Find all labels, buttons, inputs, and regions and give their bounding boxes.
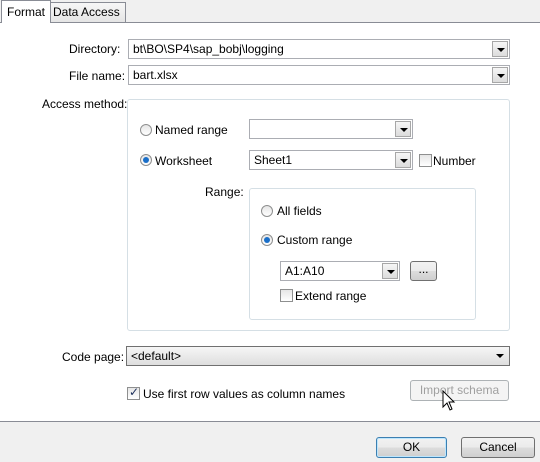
custom-range-combobox[interactable]: A1:A10: [280, 261, 400, 281]
code-page-label: Code page:: [62, 350, 125, 364]
all-fields-radio[interactable]: [261, 205, 273, 217]
code-page-value: <default>: [131, 349, 182, 363]
extend-range-label: Extend range: [295, 289, 367, 303]
range-label: Range:: [205, 185, 244, 199]
first-row-checkbox[interactable]: [127, 385, 140, 400]
import-schema-button[interactable]: Import schema: [410, 380, 509, 401]
worksheet-combobox[interactable]: Sheet1: [249, 150, 413, 170]
file-name-combobox[interactable]: bart.xlsx: [128, 65, 510, 85]
named-range-combobox[interactable]: [249, 119, 413, 139]
directory-value: bt\BO\SP4\sap_bobj\logging: [133, 42, 284, 56]
first-row-label: Use first row values as column names: [143, 387, 346, 401]
import-schema-label: Import schema: [419, 383, 500, 397]
custom-range-dropdown-chevron-down-icon[interactable]: [382, 263, 398, 279]
file-name-label: File name:: [69, 69, 126, 83]
tab-data-access-label: Data Access: [53, 5, 120, 19]
format-panel: Directory: bt\BO\SP4\sap_bobj\logging Fi…: [0, 22, 540, 422]
tab-format-label: Format: [7, 5, 46, 19]
all-fields-label: All fields: [277, 204, 322, 218]
code-page-dropdown-chevron-down-icon[interactable]: [492, 348, 508, 364]
access-method-label: Access method:: [42, 97, 128, 111]
worksheet-radio[interactable]: [140, 154, 152, 166]
file-name-value: bart.xlsx: [133, 68, 178, 82]
cancel-label: Cancel: [479, 440, 517, 454]
named-range-radio[interactable]: [140, 124, 152, 136]
code-page-combobox[interactable]: <default>: [126, 346, 510, 366]
worksheet-dropdown-chevron-down-icon[interactable]: [395, 152, 411, 168]
directory-label: Directory:: [69, 42, 121, 56]
browse-ellipsis-label: ...: [418, 262, 429, 276]
custom-range-browse-button[interactable]: ...: [410, 261, 437, 281]
tab-data-access[interactable]: Data Access: [47, 2, 126, 22]
mouse-pointer-icon: [442, 390, 456, 411]
named-range-dropdown-chevron-down-icon[interactable]: [395, 121, 411, 137]
extend-range-checkbox[interactable]: [280, 289, 293, 302]
directory-dropdown-chevron-down-icon[interactable]: [492, 41, 508, 57]
cancel-button[interactable]: Cancel: [461, 437, 535, 458]
custom-range-value: A1:A10: [285, 264, 325, 278]
ok-button[interactable]: OK: [376, 437, 447, 458]
worksheet-value: Sheet1: [254, 153, 293, 167]
number-checkbox[interactable]: [419, 154, 432, 167]
number-label: Number: [433, 154, 476, 168]
named-range-label: Named range: [155, 123, 228, 137]
custom-range-label: Custom range: [277, 233, 353, 247]
tab-format[interactable]: Format: [1, 0, 52, 23]
directory-combobox[interactable]: bt\BO\SP4\sap_bobj\logging: [128, 39, 510, 59]
ok-label: OK: [402, 440, 421, 454]
custom-range-radio[interactable]: [261, 234, 273, 246]
file-name-dropdown-chevron-down-icon[interactable]: [492, 67, 508, 83]
worksheet-label: Worksheet: [155, 154, 213, 168]
